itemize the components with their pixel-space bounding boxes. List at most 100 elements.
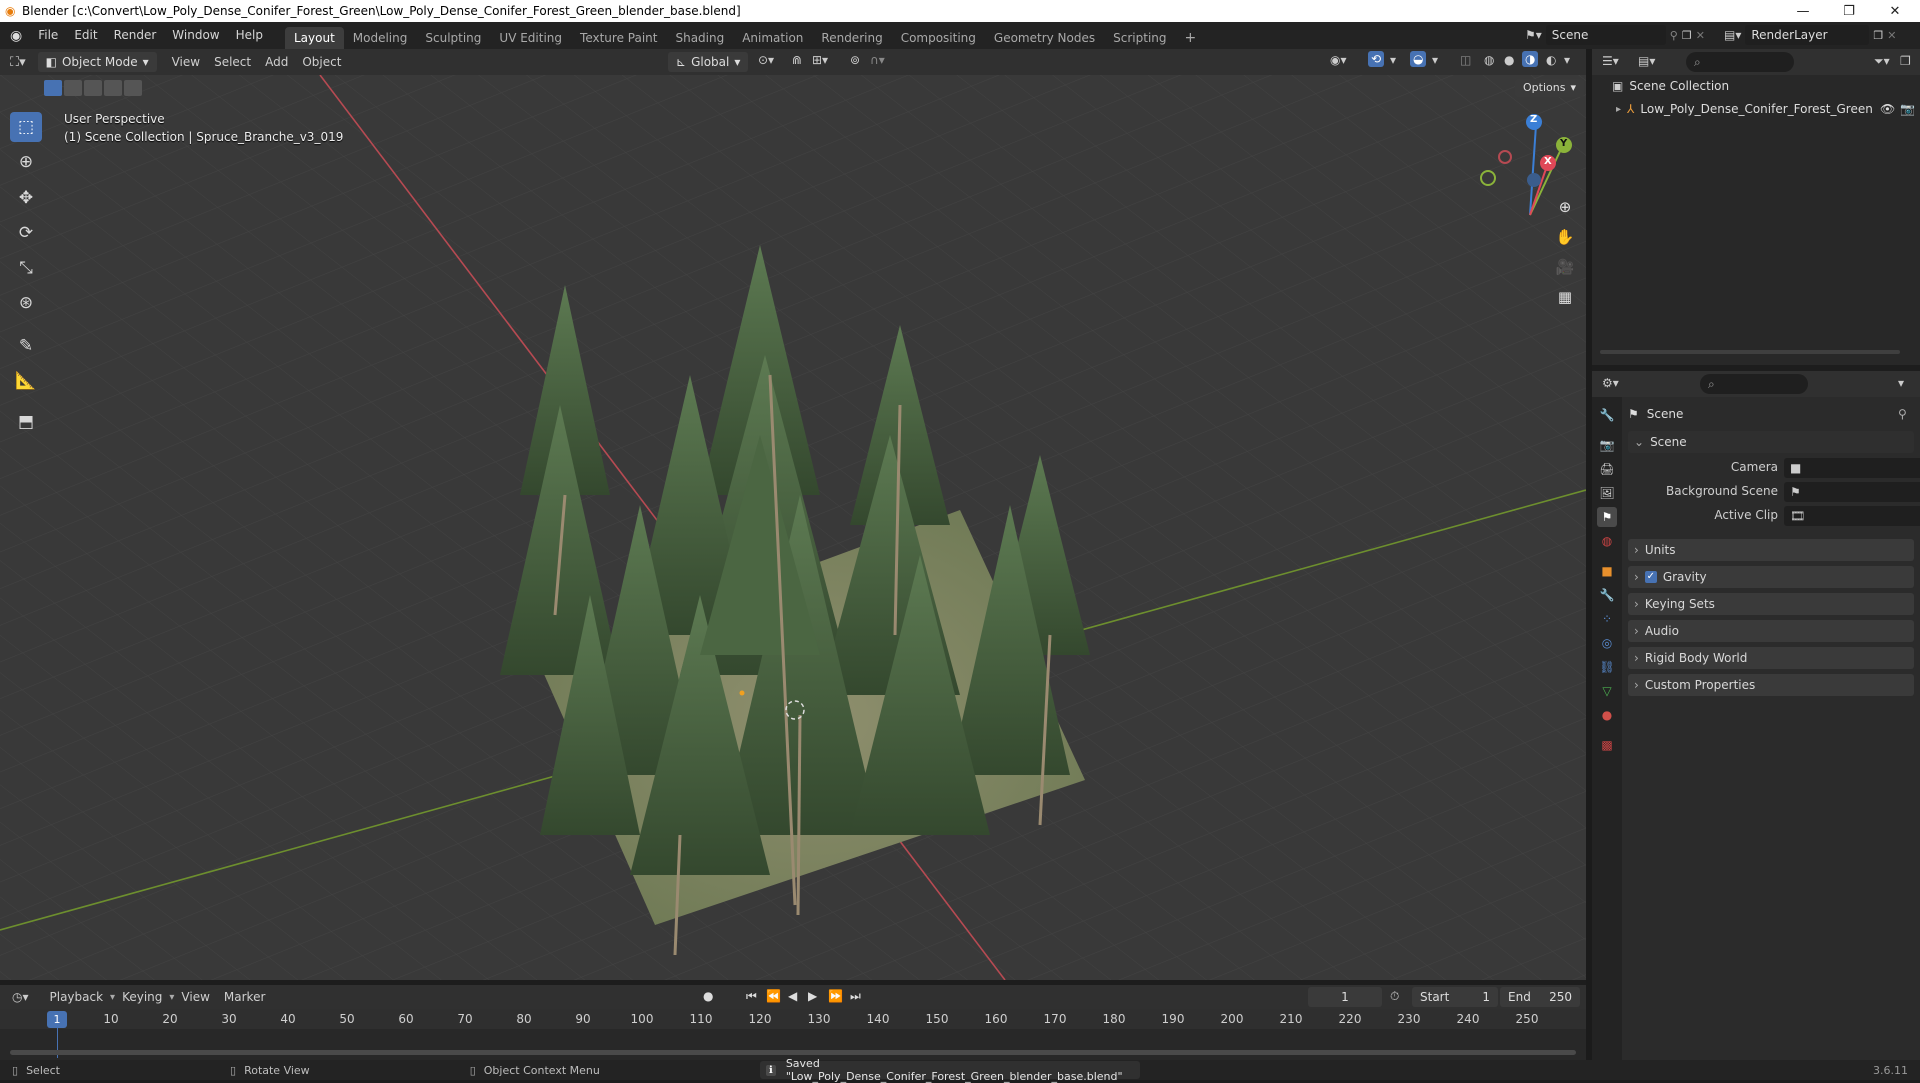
keying-sets-panel-header[interactable]: › Keying Sets [1628, 593, 1914, 615]
playhead[interactable]: 1 [47, 1011, 67, 1028]
menu-edit[interactable]: Edit [66, 22, 105, 49]
pan-hand-icon[interactable]: ✋ [1551, 223, 1579, 251]
gizmo-x-label[interactable]: X [1544, 156, 1552, 167]
preview-range-icon[interactable]: ⏱ [1390, 989, 1399, 1004]
start-frame-field[interactable]: Start 1 [1412, 987, 1498, 1007]
end-frame-field[interactable]: End 250 [1500, 987, 1580, 1007]
material-shading-icon[interactable]: ◑ [1522, 51, 1539, 67]
editor-type-icon[interactable]: ⛶▾ [10, 55, 26, 70]
menu-file[interactable]: File [30, 22, 66, 49]
select-subtract-icon[interactable] [84, 80, 102, 96]
rotate-tool-icon[interactable]: ⟳ [10, 218, 42, 248]
mode-dropdown[interactable]: ◧ Object Mode ▾ [37, 52, 157, 72]
new-scene-icon[interactable]: ❐ [1682, 29, 1692, 42]
gravity-checkbox[interactable]: ✓ [1644, 571, 1657, 583]
measure-tool-icon[interactable]: 📐 [10, 366, 42, 396]
outliner-editor-icon[interactable]: ☰▾ [1602, 54, 1619, 68]
select-extend-icon[interactable] [64, 80, 82, 96]
menu-render[interactable]: Render [106, 22, 165, 49]
tab-animation[interactable]: Animation [733, 27, 812, 49]
gizmo-y-label[interactable]: Y [1560, 138, 1567, 149]
background-scene-field[interactable]: ⚑ [1784, 482, 1920, 502]
menu-playback[interactable]: Playback [43, 984, 111, 1010]
jump-end-icon[interactable]: ⏭ [850, 989, 861, 1004]
timeline-scrollbar[interactable] [10, 1050, 1576, 1055]
scene-tab-icon[interactable]: ⚑ [1597, 507, 1617, 527]
maximize-button[interactable]: ❐ [1826, 0, 1872, 22]
snap-icon[interactable]: ⋒ [792, 53, 802, 67]
wireframe-shading-icon[interactable]: ◍ [1484, 53, 1494, 67]
auto-keying-icon[interactable]: ● [703, 989, 713, 1003]
custom-properties-panel-header[interactable]: › Custom Properties [1628, 674, 1914, 696]
menu-window[interactable]: Window [164, 22, 227, 49]
blender-menu-icon[interactable]: ◉ [0, 28, 30, 44]
outliner-item-row[interactable]: ▸ ⅄ Low_Poly_Dense_Conifer_Forest_Green … [1596, 99, 1920, 119]
texture-tab-icon[interactable]: ▩ [1597, 735, 1617, 755]
options-button[interactable]: Options ▾ [1515, 79, 1584, 97]
render-tab-icon[interactable]: 📷 [1597, 435, 1617, 455]
scene-icon[interactable]: ⚑▾ [1525, 28, 1542, 42]
properties-search-input[interactable]: ⌕ [1700, 374, 1808, 394]
menu-marker[interactable]: Marker [217, 984, 272, 1010]
gizmo-z-label[interactable]: Z [1530, 114, 1537, 125]
menu-keying[interactable]: Keying [115, 984, 169, 1010]
outliner-search-input[interactable]: ⌕ [1686, 52, 1794, 72]
add-cube-tool-icon[interactable]: ⬒ [10, 407, 42, 437]
shading-dropdown-icon[interactable]: ▾ [1564, 53, 1570, 67]
timeline[interactable]: 1 10 20 30 40 50 60 70 80 90 100 110 120… [0, 1009, 1586, 1060]
active-clip-field[interactable]: 🎞 [1784, 506, 1920, 526]
xray-icon[interactable]: ◫ [1460, 53, 1471, 67]
select-intersect-icon[interactable] [124, 80, 142, 96]
select-box-tool-icon[interactable]: ⬚ [10, 112, 42, 142]
eye-visibility-icon[interactable]: 👁 [1880, 102, 1895, 116]
overlay-dropdown-icon[interactable]: ▾ [1432, 53, 1438, 67]
3d-viewport[interactable]: Z Y X User Perspective (1) Scene Collect… [0, 75, 1586, 980]
transform-tool-icon[interactable]: ⊛ [10, 288, 42, 318]
view-layer-selector[interactable]: RenderLayer [1745, 25, 1870, 45]
falloff-icon[interactable]: ∩▾ [870, 53, 885, 67]
transform-orientation-dropdown[interactable]: ⊾ Global ▾ [668, 52, 749, 72]
snap-target-icon[interactable]: ⊞▾ [812, 53, 828, 67]
jump-start-icon[interactable]: ⏮ [746, 989, 757, 1004]
jump-keyframe-back-icon[interactable]: ⏪ [766, 989, 781, 1003]
pivot-icon[interactable]: ⊙▾ [758, 53, 774, 67]
visibility-icon[interactable]: ◉▾ [1330, 53, 1347, 67]
menu-select[interactable]: Select [207, 49, 258, 75]
tab-scripting[interactable]: Scripting [1104, 27, 1175, 49]
new-view-layer-icon[interactable]: ❐ [1873, 29, 1883, 42]
display-mode-icon[interactable]: ▤▾ [1638, 54, 1655, 68]
gizmo-toggle-icon[interactable]: ⟲ [1368, 51, 1385, 67]
tab-layout[interactable]: Layout [284, 27, 344, 49]
tab-shading[interactable]: Shading [666, 27, 733, 49]
physics-tab-icon[interactable]: ◎ [1597, 633, 1617, 653]
overlay-toggle-icon[interactable]: ◒ [1410, 51, 1427, 67]
new-collection-icon[interactable]: ❐ [1900, 54, 1911, 68]
tab-uv-editing[interactable]: UV Editing [490, 27, 571, 49]
properties-editor-icon[interactable]: ⚙▾ [1602, 376, 1619, 390]
scene-panel-header[interactable]: ⌄ Scene [1628, 431, 1914, 453]
tab-compositing[interactable]: Compositing [892, 27, 985, 49]
menu-add[interactable]: Add [258, 49, 295, 75]
proportional-edit-icon[interactable]: ⊚ [850, 53, 860, 67]
tab-modeling[interactable]: Modeling [344, 27, 417, 49]
timeline-editor-icon[interactable]: ◷▾ [12, 990, 29, 1004]
view-layer-icon[interactable]: ▤▾ [1724, 28, 1741, 42]
audio-panel-header[interactable]: › Audio [1628, 620, 1914, 642]
output-tab-icon[interactable]: 🖨 [1597, 459, 1617, 479]
delete-view-layer-icon[interactable]: ✕ [1887, 29, 1896, 42]
perspective-toggle-icon[interactable]: ▦ [1551, 283, 1579, 311]
rigid-body-world-panel-header[interactable]: › Rigid Body World [1628, 647, 1914, 669]
gravity-panel-header[interactable]: › ✓ Gravity [1628, 566, 1914, 588]
modifier-tab-icon[interactable]: 🔧 [1597, 585, 1617, 605]
render-camera-icon[interactable]: 📷 [1900, 102, 1915, 116]
select-new-icon[interactable] [44, 80, 62, 96]
pin-icon[interactable]: ⚲ [1670, 29, 1678, 42]
rendered-shading-icon[interactable]: ◐ [1546, 53, 1556, 67]
camera-field[interactable]: ■✒ [1784, 458, 1920, 478]
tab-sculpting[interactable]: Sculpting [416, 27, 490, 49]
data-tab-icon[interactable]: ▽ [1597, 681, 1617, 701]
move-tool-icon[interactable]: ✥ [10, 183, 42, 213]
tab-geometry-nodes[interactable]: Geometry Nodes [985, 27, 1104, 49]
tab-texture-paint[interactable]: Texture Paint [571, 27, 666, 49]
units-panel-header[interactable]: › Units [1628, 539, 1914, 561]
